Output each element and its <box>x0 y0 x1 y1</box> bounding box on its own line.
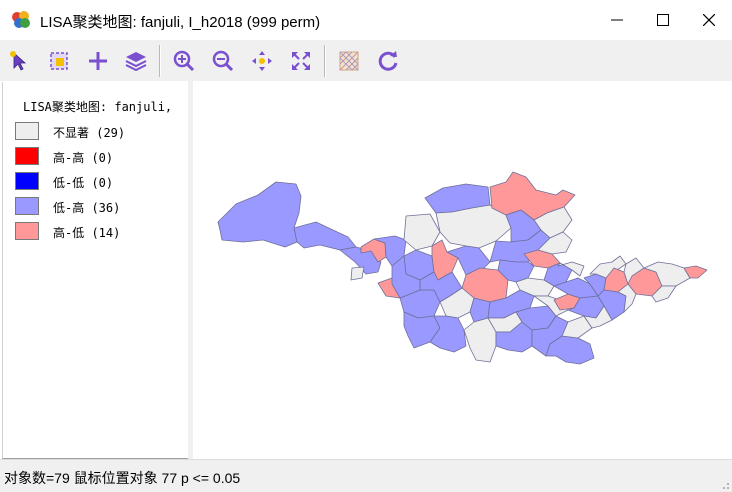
map-region <box>431 239 459 281</box>
select-tool-button[interactable] <box>5 46 35 76</box>
lisa-cluster-map[interactable] <box>193 81 732 459</box>
legend-swatch <box>15 147 39 165</box>
minimize-button[interactable] <box>594 0 640 40</box>
selection-tool-icon <box>50 52 68 70</box>
zoom-out-icon <box>212 50 234 72</box>
legend-swatch <box>15 172 39 190</box>
refresh-icon <box>378 51 398 71</box>
legend-swatch <box>15 122 39 140</box>
map-region <box>463 317 497 363</box>
legend-label: 低-低 (0) <box>53 176 114 190</box>
legend-label: 不显著 (29) <box>53 126 126 140</box>
legend-label: 高-高 (0) <box>53 151 114 165</box>
legend-title: LISA聚类地图: fanjuli, <box>23 100 173 114</box>
select-arrow-icon <box>10 51 27 71</box>
zoom-in-icon <box>173 50 195 72</box>
toolbar <box>0 40 732 81</box>
app-icon <box>12 11 30 28</box>
map-region <box>293 221 357 251</box>
legend-label: 高-低 (14) <box>53 226 121 240</box>
map-region <box>217 181 302 248</box>
close-icon <box>703 14 715 26</box>
title-bar: LISA聚类地图: fanjuli, I_h2018 (999 perm) <box>0 0 732 40</box>
map-canvas[interactable] <box>193 81 732 459</box>
map-region <box>350 266 365 281</box>
full-extent-icon <box>292 52 310 70</box>
add-layer-icon <box>89 52 107 70</box>
maximize-button[interactable] <box>640 0 686 40</box>
layers-icon <box>125 52 147 72</box>
status-bar: 对象数=79 鼠标位置对象 77 p <= 0.05 <box>0 459 732 492</box>
refresh-button[interactable] <box>373 46 403 76</box>
toolbar-separator <box>159 45 161 77</box>
zoom-out-button[interactable] <box>208 46 238 76</box>
pan-button[interactable] <box>247 46 277 76</box>
minimize-icon <box>611 19 623 21</box>
toolbar-separator <box>324 45 326 77</box>
zoom-in-button[interactable] <box>169 46 199 76</box>
status-text: 对象数=79 鼠标位置对象 77 p <= 0.05 <box>4 470 241 486</box>
legend-panel[interactable]: LISA聚类地图: fanjuli, 不显著 (29) 高-高 (0) 低-低 … <box>2 82 189 459</box>
basemap-button[interactable] <box>334 46 364 76</box>
close-button[interactable] <box>686 0 732 40</box>
window-title: LISA聚类地图: fanjuli, I_h2018 (999 perm) <box>40 14 321 31</box>
legend-swatch <box>15 222 39 240</box>
pan-icon <box>252 51 272 71</box>
selection-tool-button[interactable] <box>44 46 74 76</box>
add-layer-button[interactable] <box>83 46 113 76</box>
layers-button[interactable] <box>121 46 151 76</box>
basemap-icon <box>339 51 359 71</box>
legend-label: 低-高 (36) <box>53 201 121 215</box>
maximize-icon <box>657 14 669 26</box>
legend-swatch <box>15 197 39 215</box>
resize-grip-icon[interactable] <box>718 478 730 490</box>
full-extent-button[interactable] <box>286 46 316 76</box>
